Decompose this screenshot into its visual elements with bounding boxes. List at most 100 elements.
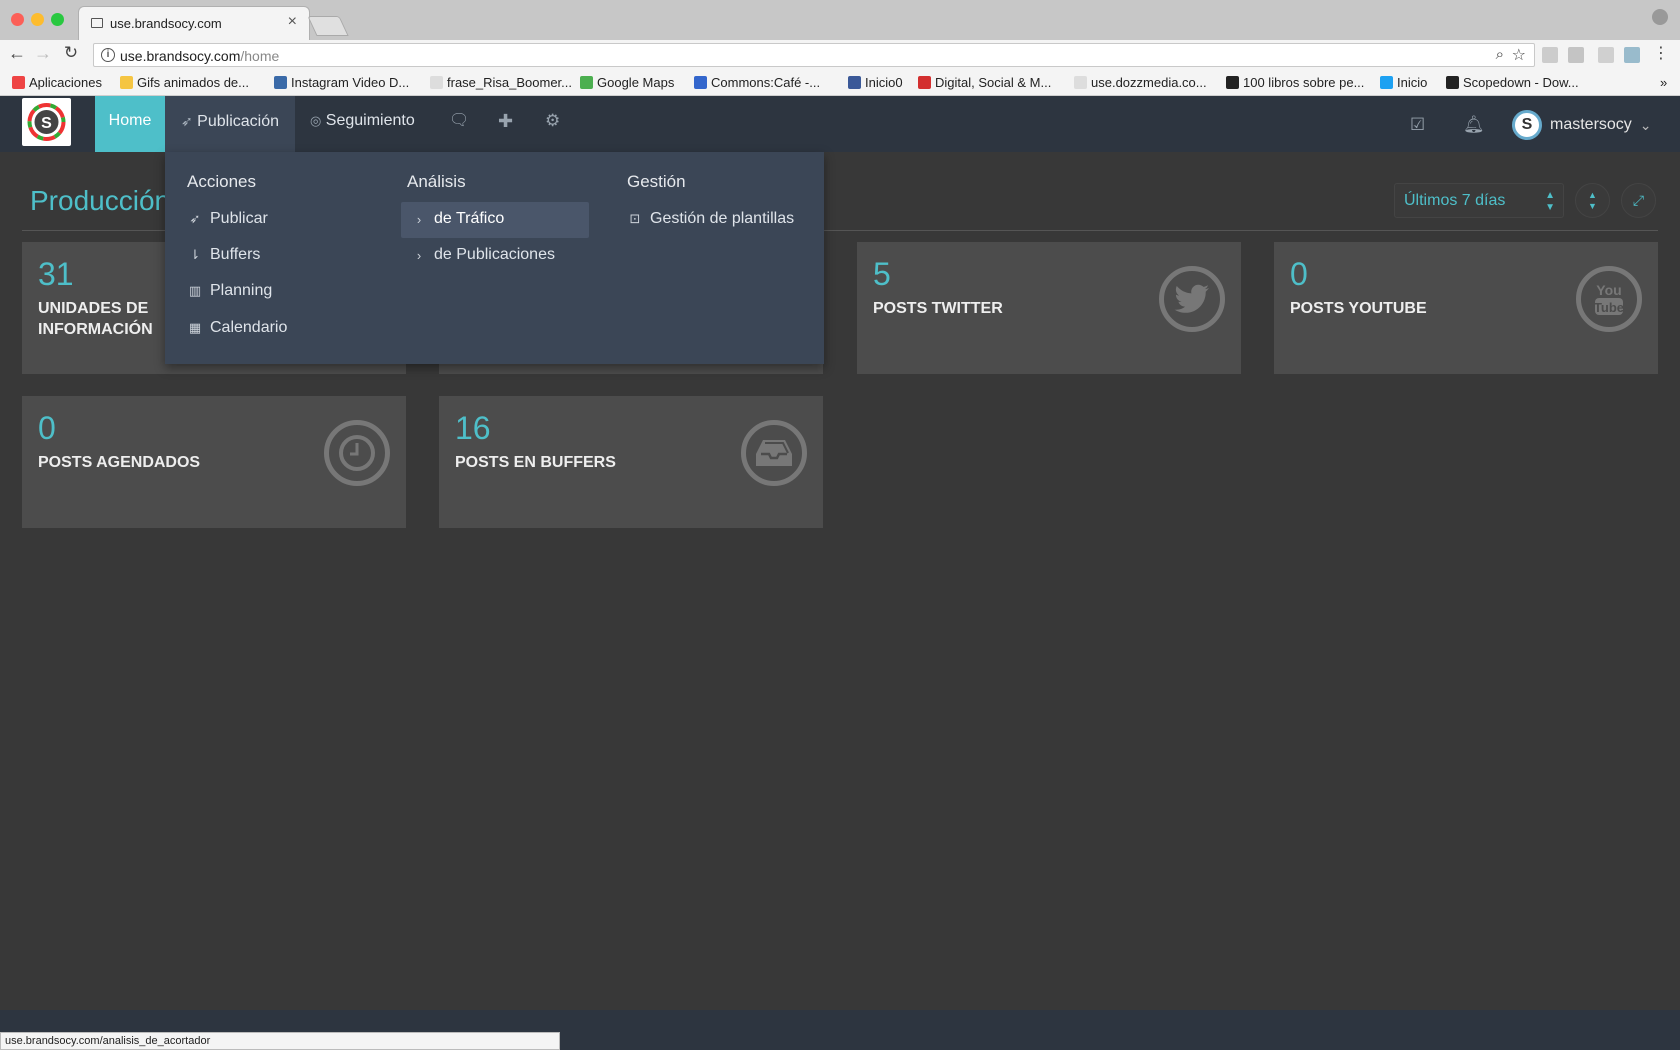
gear-icon[interactable]: ⚙	[545, 96, 560, 152]
bookmark-item[interactable]: 100 libros sobre pe...	[1226, 75, 1364, 90]
reload-icon[interactable]: ↻	[60, 43, 82, 63]
extension-doc-icon[interactable]	[1568, 47, 1584, 63]
rocket-icon: ➶	[189, 211, 201, 226]
stat-label: POSTS EN BUFFERS	[455, 454, 616, 471]
stat-value: 0	[38, 410, 56, 446]
date-range-select[interactable]: Últimos 7 días ▲ ▼	[1394, 183, 1564, 218]
bookmark-item[interactable]: Inicio0	[848, 75, 903, 90]
bookmark-star-icon[interactable]: ☆	[1512, 45, 1526, 65]
bookmark-favicon-icon	[1380, 76, 1393, 89]
chevron-down-icon: ⌄	[1639, 116, 1652, 133]
bookmark-favicon-icon	[12, 76, 25, 89]
bookmark-favicon-icon	[580, 76, 593, 89]
bookmark-item[interactable]: Commons:Café -...	[694, 75, 820, 90]
browser-tab[interactable]: use.brandsocy.com ×	[78, 6, 310, 40]
expand-icon: ⤢	[1632, 192, 1645, 208]
bookmarks-bar: Aplicaciones Gifs animados de... Instagram…	[0, 70, 1680, 96]
fullscreen-button[interactable]: ⤢	[1621, 183, 1656, 218]
stat-label: POSTS AGENDADOS	[38, 454, 201, 471]
youtube-icon: You Tube	[1576, 266, 1642, 332]
gestion-heading: Gestión	[627, 172, 686, 191]
browser-status-bar: use.brandsocy.com/analisis_de_acortador	[0, 1032, 560, 1050]
sort-toggle-button[interactable]: ▲ ▼	[1575, 183, 1610, 218]
sort-icon: ⇂	[189, 247, 201, 262]
chevron-right-icon: ›	[416, 211, 422, 227]
bookmark-item[interactable]: frase_Risa_Boomer...	[430, 75, 572, 90]
bookmark-item[interactable]: Scopedown - Dow...	[1446, 75, 1579, 90]
stat-card-agendados: 0 POSTS AGENDADOS	[22, 396, 406, 528]
bookmark-favicon-icon	[1074, 76, 1087, 89]
clock-icon	[324, 420, 390, 486]
brandsocy-logo[interactable]: S	[22, 98, 71, 146]
menu-item-de-publicaciones[interactable]: › de Publicaciones	[411, 246, 555, 264]
nav-seguimiento[interactable]: ◎ Seguimiento	[310, 96, 440, 152]
plus-icon[interactable]: ✚	[498, 96, 513, 152]
stat-label: POSTS TWITTER	[873, 300, 1003, 317]
nav-seguimiento-label: Seguimiento	[325, 112, 415, 129]
menu-item-buffers[interactable]: ⇂ Buffers	[187, 246, 261, 264]
tasks-icon[interactable]: ☑	[1410, 100, 1425, 156]
maximize-window-button[interactable]	[51, 13, 64, 26]
svg-text:You: You	[1596, 282, 1621, 298]
bookmark-item[interactable]: Aplicaciones	[12, 75, 102, 90]
close-window-button[interactable]	[11, 13, 24, 26]
bookmark-item[interactable]: use.dozzmedia.co...	[1074, 75, 1207, 90]
tab-title: use.brandsocy.com	[110, 16, 222, 31]
calendar-icon: ▦	[188, 320, 202, 335]
bell-icon[interactable]: 🔔︎	[1463, 100, 1485, 156]
bookmark-item[interactable]: Instagram Video D...	[274, 75, 409, 90]
menu-item-planning[interactable]: ▥ Planning	[187, 282, 272, 300]
info-icon[interactable]: i	[101, 48, 115, 62]
menu-item-calendario[interactable]: ▦ Calendario	[187, 319, 288, 337]
bookmark-item[interactable]: Google Maps	[580, 75, 674, 90]
analisis-heading: Análisis	[407, 172, 466, 191]
bookmark-item[interactable]: Gifs animados de...	[120, 75, 249, 90]
tab-close-icon[interactable]: ×	[288, 13, 297, 31]
svg-text:Tube: Tube	[1594, 300, 1624, 315]
menu-item-gestion-plantillas[interactable]: ⊡ Gestión de plantillas	[627, 210, 795, 228]
minimize-window-button[interactable]	[31, 13, 44, 26]
extension-c-icon[interactable]	[1598, 47, 1614, 63]
new-tab-button[interactable]	[307, 16, 349, 36]
stat-value: 5	[873, 256, 891, 292]
avatar: S	[1512, 110, 1542, 140]
chat-icon[interactable]: 🗨	[449, 96, 469, 152]
extension-square-icon[interactable]	[1624, 47, 1640, 63]
address-bar[interactable]: i use.brandsocy.com/home ⌕ ☆	[93, 43, 1535, 67]
bookmark-favicon-icon	[694, 76, 707, 89]
bookmark-favicon-icon	[848, 76, 861, 89]
bookmark-item[interactable]: Digital, Social & M...	[918, 75, 1051, 90]
nav-home[interactable]: Home	[95, 96, 165, 152]
browser-toolbar: ← → ↻ i use.brandsocy.com/home ⌕ ☆ ⋮	[0, 40, 1680, 70]
browser-menu-icon[interactable]: ⋮	[1650, 43, 1672, 63]
zoom-icon[interactable]: ⌕	[1496, 46, 1504, 63]
user-menu[interactable]: S mastersocy ⌄	[1512, 110, 1652, 140]
bookmarks-overflow-icon[interactable]: »	[1660, 75, 1667, 90]
forward-icon[interactable]: →	[32, 43, 54, 64]
extension-cloud-icon[interactable]	[1542, 47, 1558, 63]
stat-value: 16	[455, 410, 491, 446]
profile-icon[interactable]	[1652, 9, 1668, 25]
menu-item-de-trafico[interactable]: › de Tráfico	[411, 210, 504, 228]
template-icon: ⊡	[629, 211, 641, 226]
acciones-heading: Acciones	[187, 172, 256, 191]
username: mastersocy	[1550, 116, 1632, 133]
stat-card-twitter: 5 POSTS TWITTER	[857, 242, 1241, 374]
page-icon	[91, 18, 103, 28]
page-title: Producción	[30, 185, 171, 216]
bookmark-item[interactable]: Inicio	[1380, 75, 1427, 90]
stat-value: 0	[1290, 256, 1308, 292]
publicacion-dropdown: Acciones ➶ Publicar ⇂ Buffers ▥ Planning ▦ C…	[165, 152, 824, 364]
url-text[interactable]: use.brandsocy.com/home	[120, 48, 279, 64]
back-icon[interactable]: ←	[6, 43, 28, 64]
app-navbar: S Home ➶ Publicación ◎ Seguimiento 🗨 ✚ ⚙…	[0, 96, 1680, 152]
bookmark-favicon-icon	[274, 76, 287, 89]
twitter-icon	[1159, 266, 1225, 332]
nav-publicacion-label: Publicación	[197, 113, 279, 130]
svg-text:S: S	[41, 115, 52, 132]
menu-item-publicar[interactable]: ➶ Publicar	[187, 210, 268, 228]
bookmark-favicon-icon	[918, 76, 931, 89]
date-range-value: Últimos 7 días	[1404, 192, 1506, 209]
rocket-icon: ➶	[180, 113, 193, 129]
nav-publicacion[interactable]: ➶ Publicación	[165, 96, 295, 152]
